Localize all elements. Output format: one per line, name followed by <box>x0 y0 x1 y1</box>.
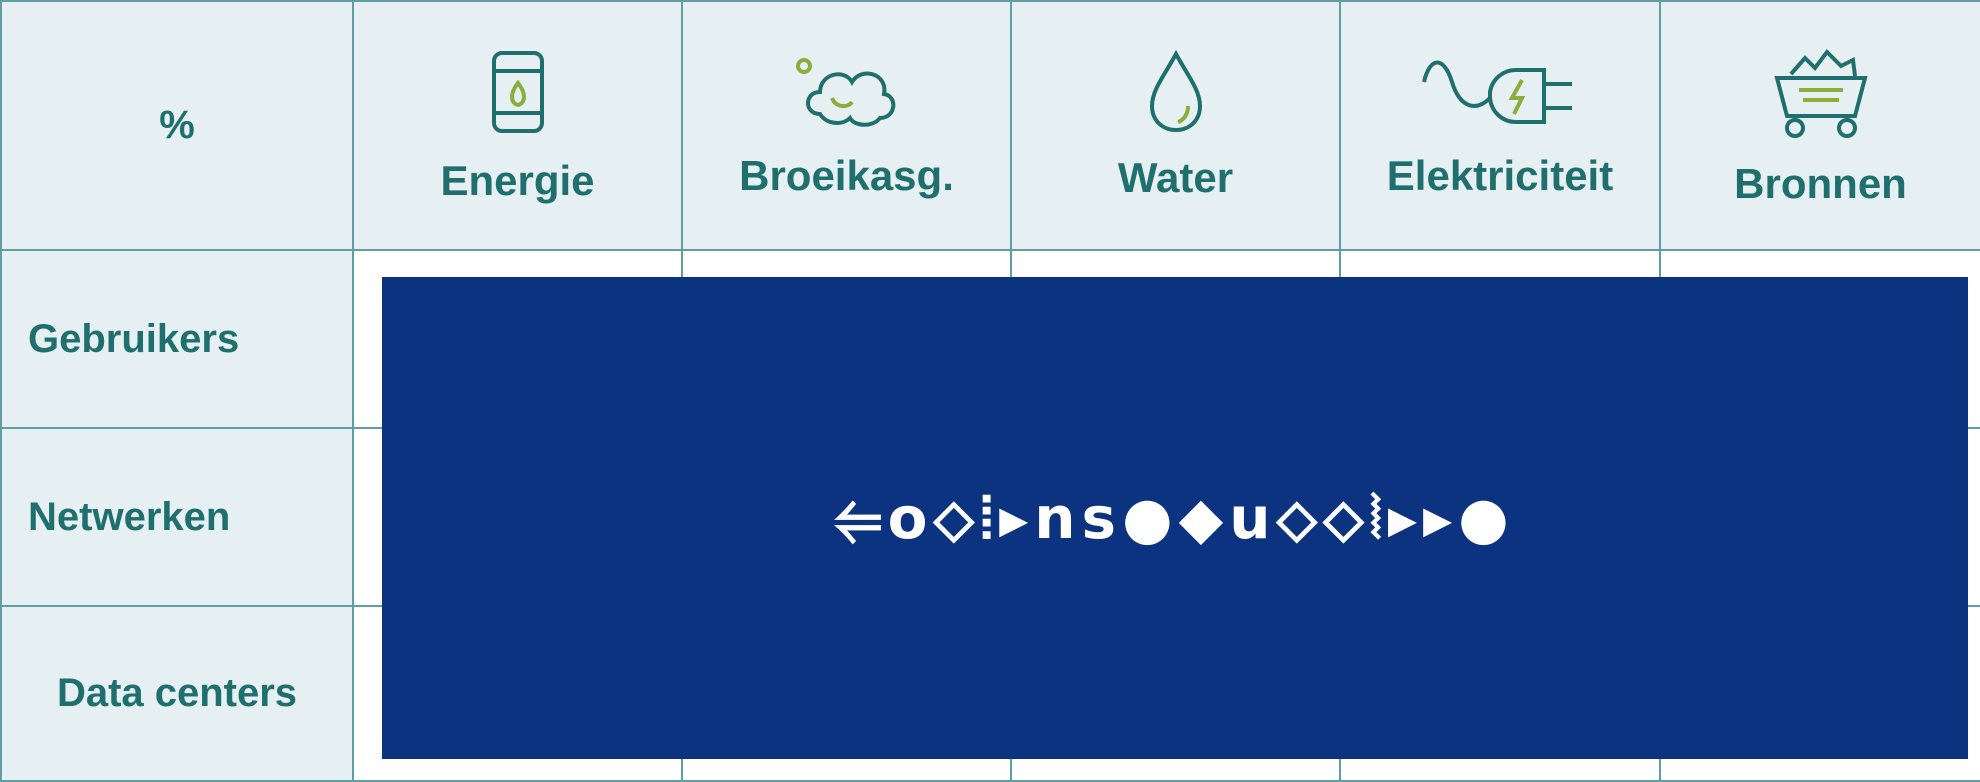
table-header-row: % Energie Broeikasg. Water Elektriciteit… <box>0 0 1980 251</box>
row-label-gebruikers: Gebruikers <box>0 249 354 429</box>
cloud-icon <box>683 52 1010 142</box>
overlay-banner: ⥢o⬦⦙▸ns●◆u⬦⬦⦚▸▸● <box>382 277 1968 759</box>
electric-plug-icon <box>1341 52 1659 142</box>
column-label-water: Water <box>1117 153 1234 201</box>
row-label-data-centers: Data centers <box>0 605 354 782</box>
overlay-glyph-text: ⥢o⬦⦙▸ns●◆u⬦⬦⦚▸▸● <box>835 483 1515 552</box>
column-header-bronnen: Bronnen <box>1659 0 1980 251</box>
oil-barrel-flame-icon <box>354 47 681 147</box>
column-label-elektriciteit: Elektriciteit <box>1386 151 1614 199</box>
column-header-elektriciteit: Elektriciteit <box>1339 0 1661 251</box>
column-header-broeikasgassen: Broeikasg. <box>681 0 1012 251</box>
column-header-energie: Energie <box>352 0 683 251</box>
water-drop-icon <box>1012 49 1339 144</box>
row-label-netwerken: Netwerken <box>0 427 354 607</box>
column-label-energie: Energie <box>440 156 595 204</box>
corner-percent-label: % <box>0 0 354 251</box>
ore-cart-icon <box>1661 44 1980 150</box>
column-label-bronnen: Bronnen <box>1734 159 1907 207</box>
column-label-broeikasgassen: Broeikasg. <box>739 151 954 199</box>
column-header-water: Water <box>1010 0 1341 251</box>
